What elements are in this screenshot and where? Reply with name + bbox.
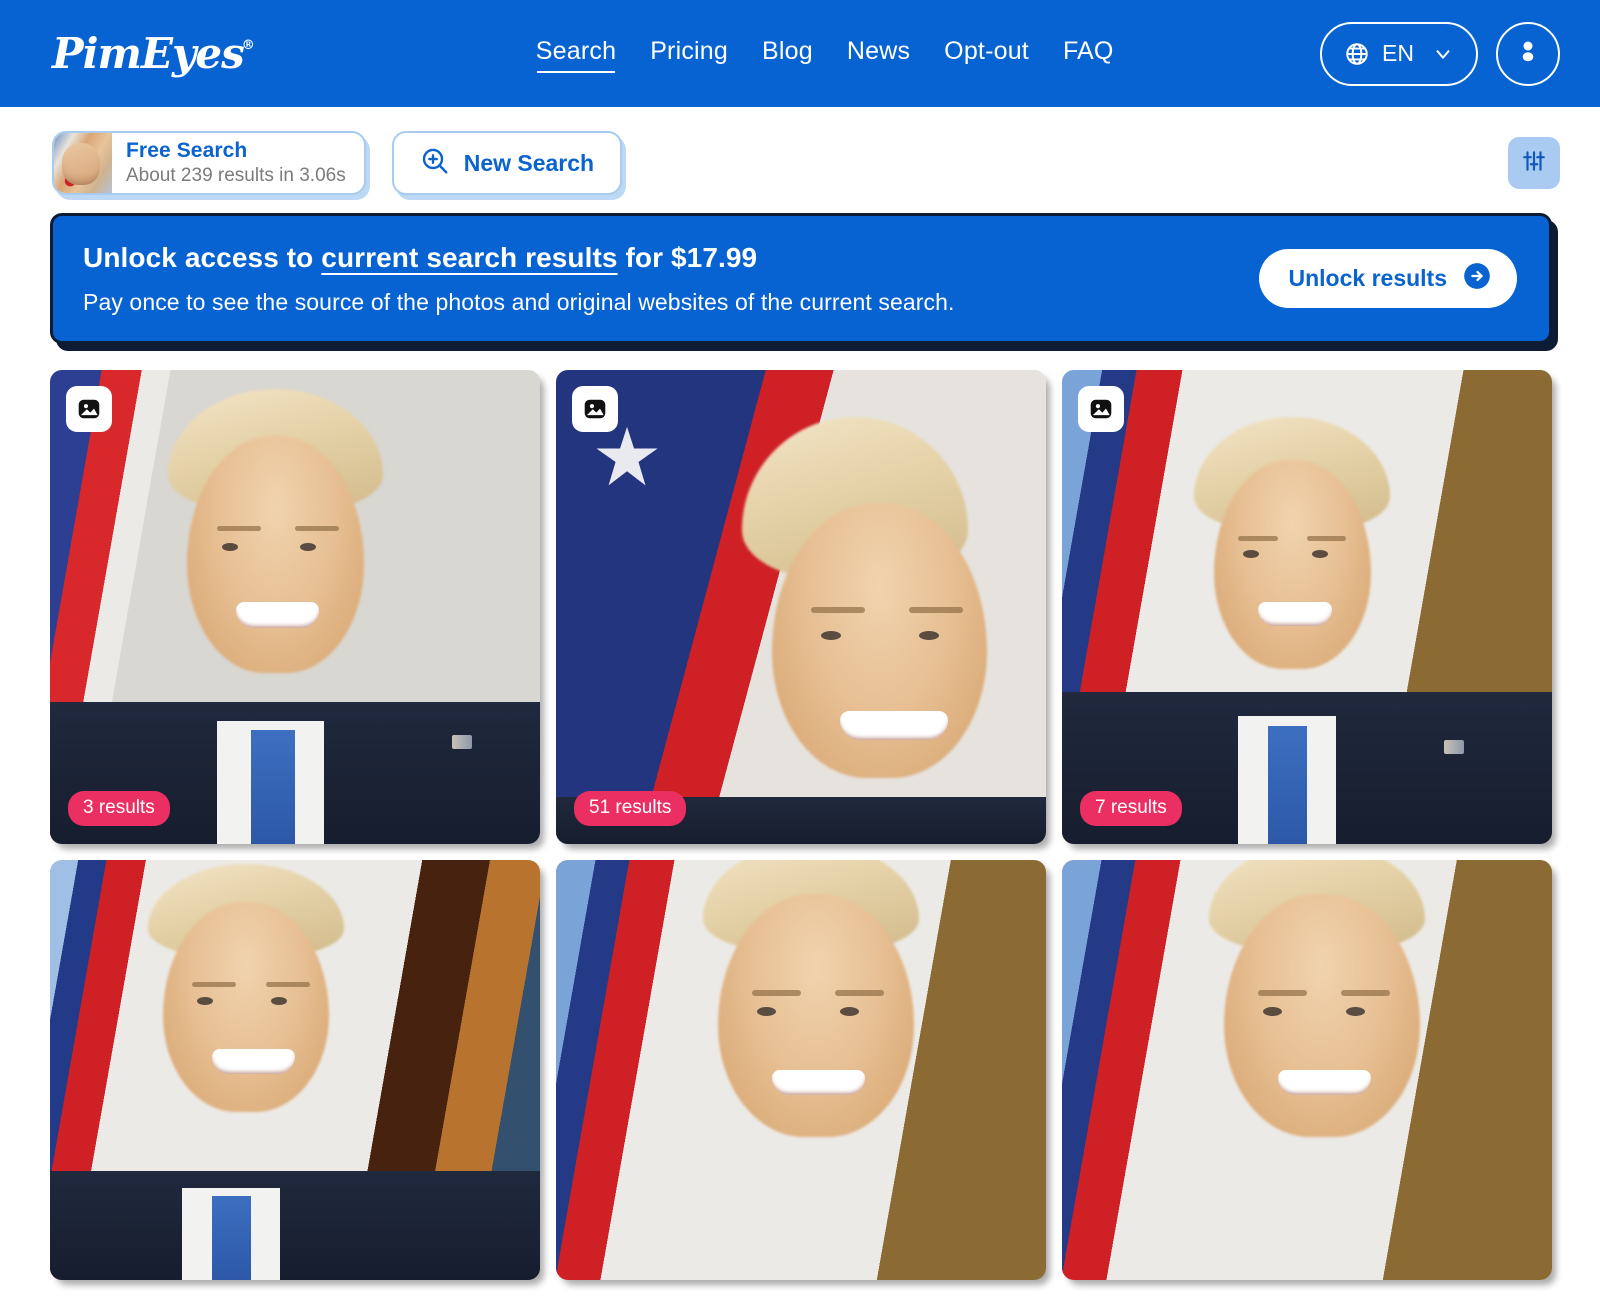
filter-settings-button[interactable] [1508,137,1560,189]
arrow-right-circle-icon [1463,262,1491,295]
free-search-info[interactable]: Free Search About 239 results in 3.06s [52,131,366,195]
query-face-thumbnail [54,133,112,193]
nav-item-blog[interactable]: Blog [762,37,813,71]
main-navigation: Search Pricing Blog News Opt-out FAQ [536,37,1114,73]
unlock-banner-wrapper: Unlock access to current search results … [0,197,1600,344]
result-card[interactable] [1062,860,1552,1280]
result-card[interactable] [556,860,1046,1280]
result-photo [50,370,540,844]
result-card[interactable]: 3 results [50,370,540,844]
headline-link[interactable]: current search results [321,242,617,273]
result-count-badge: 51 results [574,791,687,826]
sliders-filter-icon [1521,148,1547,179]
pimeyes-logo[interactable]: PimEyes® [52,32,256,75]
photo-image-icon[interactable] [572,386,618,432]
photo-image-icon[interactable] [66,386,112,432]
site-header: PimEyes® Search Pricing Blog News Opt-ou… [0,0,1600,107]
nav-item-news[interactable]: News [847,37,910,71]
result-photo [1062,370,1552,844]
account-button[interactable] [1496,21,1560,86]
headline-suffix: for $17.99 [617,242,758,274]
result-photo [556,860,1046,1280]
new-search-button[interactable]: New Search [391,131,623,195]
headline-prefix: Unlock access to [83,242,322,274]
unlock-banner: Unlock access to current search results … [50,213,1552,344]
nav-item-search[interactable]: Search [536,37,616,73]
result-photo [556,370,1046,844]
result-photo [1062,860,1552,1280]
new-search-label: New Search [463,149,595,176]
result-card[interactable]: 51 results [556,370,1046,844]
result-card[interactable]: 7 results [1062,370,1552,844]
result-count-badge: 3 results [68,791,170,826]
language-selector[interactable]: EN [1320,21,1478,86]
free-search-subtitle: About 239 results in 3.06s [126,165,346,187]
nav-item-faq[interactable]: FAQ [1063,37,1114,71]
zoom-in-search-icon [420,146,450,181]
header-actions: EN [1320,21,1560,86]
unlock-banner-text: Unlock access to current search results … [83,241,1259,316]
photo-image-icon[interactable] [1078,386,1124,432]
result-count-badge: 7 results [1080,791,1182,826]
user-account-icon [1513,36,1543,71]
unlock-banner-description: Pay once to see the source of the photos… [83,288,955,315]
registered-mark: ® [241,37,255,53]
nav-item-opt-out[interactable]: Opt-out [944,37,1029,71]
unlock-results-button[interactable]: Unlock results [1258,249,1517,308]
free-search-title: Free Search [126,139,248,162]
unlock-banner-headline: Unlock access to current search results … [83,241,1259,275]
logo-text: PimEyes [52,28,245,78]
results-grid: 3 results 51 results 7 results [0,344,1600,1280]
unlock-results-label: Unlock results [1288,265,1448,291]
globe-icon [1344,41,1370,67]
chevron-down-icon [1432,43,1454,65]
nav-item-pricing[interactable]: Pricing [650,37,728,71]
result-photo [50,860,540,1280]
result-card[interactable] [50,860,540,1280]
search-status-bar: Free Search About 239 results in 3.06s N… [0,107,1600,197]
language-label: EN [1382,40,1414,66]
